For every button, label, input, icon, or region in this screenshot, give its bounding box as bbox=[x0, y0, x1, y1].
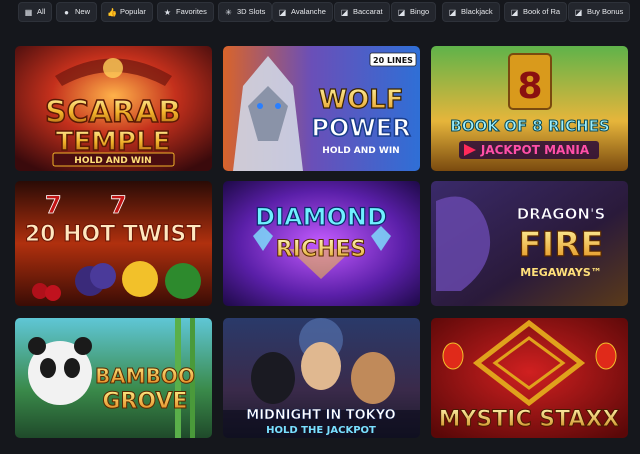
filter-chip-label: Book of Ra bbox=[523, 7, 561, 16]
game-title-line: BOOK OF 8 RICHES bbox=[450, 117, 609, 135]
game-thumbnail: MYSTIC STAXX bbox=[431, 318, 628, 438]
game-grid: SCARAB TEMPLE HOLD AND WIN 20 LINES WOLF… bbox=[0, 24, 640, 454]
filter-chip-popular[interactable]: 👍 Popular bbox=[101, 2, 153, 22]
game-tile-bamboo-grove[interactable]: BAMBOO GROVE bbox=[15, 318, 212, 438]
game-subtitle: HOLD AND WIN bbox=[322, 146, 399, 156]
game-title-line: FIRE bbox=[518, 225, 603, 265]
svg-text:7: 7 bbox=[45, 191, 62, 219]
game-thumbnail: MIDNIGHT IN TOKYO HOLD THE JACKPOT bbox=[223, 318, 420, 438]
dot-icon: ● bbox=[64, 7, 69, 17]
game-title-line: GROVE bbox=[102, 389, 187, 414]
game-thumbnail: 7 7 20 HOT TWIST bbox=[15, 181, 212, 306]
game-tile-book-of-8-riches[interactable]: 8 BOOK OF 8 RICHES JACKPOT MANIA bbox=[431, 46, 628, 171]
thumbs-up-icon: 👍 bbox=[107, 7, 117, 17]
slot-icon: ◪ bbox=[574, 7, 583, 17]
filter-chip-all[interactable]: ▦ All bbox=[18, 2, 53, 22]
filter-chip-label: Favorites bbox=[176, 7, 207, 16]
slot-icon: ◪ bbox=[340, 7, 349, 17]
filter-chip-favorites[interactable]: ★ Favorites bbox=[157, 2, 214, 22]
game-tile-20-hot-twist[interactable]: 7 7 20 HOT TWIST bbox=[15, 181, 212, 306]
filter-chip-label: Avalanche bbox=[291, 7, 326, 16]
filter-chip-buy-bonus[interactable]: ◪ Buy Bonus bbox=[568, 2, 631, 22]
grid-icon: ▦ bbox=[24, 7, 33, 17]
filter-chip-label: Buy Bonus bbox=[587, 7, 624, 16]
filter-chip-new[interactable]: ● New bbox=[56, 2, 98, 22]
game-tile-wolf-power[interactable]: 20 LINES WOLF POWER HOLD AND WIN bbox=[223, 46, 420, 171]
game-title-line: MIDNIGHT IN TOKYO bbox=[246, 408, 395, 423]
filter-chip-label: New bbox=[75, 7, 91, 16]
category-filter-bar: ▦ All ● New 👍 Popular ★ Favorites ✳ 3D S… bbox=[0, 0, 640, 24]
filter-chip-bingo[interactable]: ◪ Bingo bbox=[391, 2, 437, 22]
game-subtitle: MEGAWAYS™ bbox=[520, 266, 602, 279]
game-thumbnail: BAMBOO GROVE bbox=[15, 318, 212, 438]
slot-icon: ◪ bbox=[278, 7, 287, 17]
game-tile-dragons-fire[interactable]: DRAGON'S FIRE MEGAWAYS™ bbox=[431, 181, 628, 306]
game-tile-midnight-in-tokyo[interactable]: MIDNIGHT IN TOKYO HOLD THE JACKPOT bbox=[223, 318, 420, 438]
filter-chip-label: 3D Slots bbox=[237, 7, 266, 16]
svg-text:7: 7 bbox=[110, 191, 127, 219]
game-thumbnail: 8 BOOK OF 8 RICHES JACKPOT MANIA bbox=[431, 46, 628, 171]
game-title-line: WOLF bbox=[318, 85, 403, 115]
spark-icon: ✳ bbox=[225, 7, 232, 17]
filter-chip-blackjack[interactable]: ◪ Blackjack bbox=[442, 2, 500, 22]
game-subtitle: HOLD AND WIN bbox=[74, 156, 151, 166]
game-subtitle: JACKPOT MANIA bbox=[480, 143, 590, 157]
game-tile-scarab-temple[interactable]: SCARAB TEMPLE HOLD AND WIN bbox=[15, 46, 212, 171]
game-title-line: DIAMOND bbox=[255, 203, 387, 231]
game-title-line: RICHES bbox=[276, 237, 367, 262]
filter-chip-avalanche[interactable]: ◪ Avalanche bbox=[272, 2, 333, 22]
star-icon: ★ bbox=[163, 7, 172, 17]
game-title-line: BAMBOO bbox=[95, 364, 195, 388]
game-tile-diamond-riches[interactable]: DIAMOND RICHES bbox=[223, 181, 420, 306]
game-tile-mystic-staxx[interactable]: MYSTIC STAXX bbox=[431, 318, 628, 438]
game-title-line: SCARAB bbox=[45, 95, 181, 130]
game-title-line: 20 HOT TWIST bbox=[25, 222, 201, 247]
game-thumbnail: SCARAB TEMPLE HOLD AND WIN bbox=[15, 46, 212, 171]
filter-chip-label: Bingo bbox=[410, 7, 430, 16]
filter-chip-book-of-ra[interactable]: ◪ Book of Ra bbox=[504, 2, 568, 22]
game-thumbnail: DRAGON'S FIRE MEGAWAYS™ bbox=[431, 181, 628, 306]
game-thumbnail: DIAMOND RICHES bbox=[223, 181, 420, 306]
filter-chip-label: Popular bbox=[120, 7, 146, 16]
slot-icon: ◪ bbox=[397, 7, 406, 17]
game-title-line: POWER bbox=[311, 114, 410, 142]
game-title-line: MYSTIC STAXX bbox=[439, 407, 620, 432]
slot-icon: ◪ bbox=[510, 7, 519, 17]
game-badge: 20 LINES bbox=[373, 56, 413, 65]
game-title-line: DRAGON'S bbox=[517, 205, 606, 223]
game-lobby: ▦ All ● New 👍 Popular ★ Favorites ✳ 3D S… bbox=[0, 0, 640, 454]
filter-chip-3d-slots[interactable]: ✳ 3D Slots bbox=[218, 2, 273, 22]
filter-chip-label: All bbox=[37, 7, 46, 16]
svg-text:8: 8 bbox=[517, 66, 542, 107]
filter-chip-label: Blackjack bbox=[461, 7, 493, 16]
game-subtitle: HOLD THE JACKPOT bbox=[266, 425, 376, 436]
game-thumbnail: 20 LINES WOLF POWER HOLD AND WIN bbox=[223, 46, 420, 171]
filter-chip-label: Baccarat bbox=[353, 7, 383, 16]
filter-chip-baccarat[interactable]: ◪ Baccarat bbox=[334, 2, 390, 22]
slot-icon: ◪ bbox=[448, 7, 457, 17]
